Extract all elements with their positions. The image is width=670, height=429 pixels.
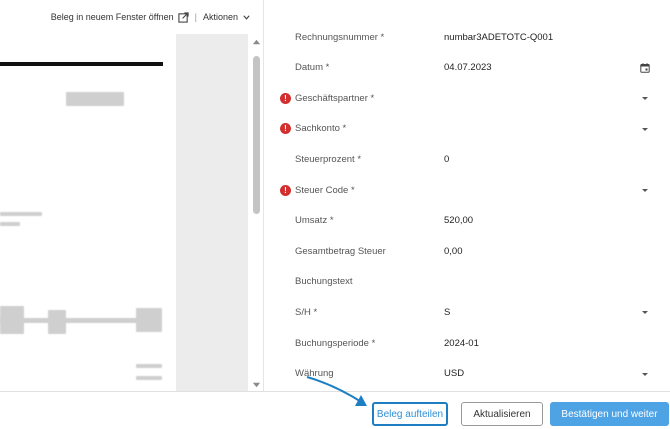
actions-menu[interactable]: Aktionen [203, 12, 251, 22]
split-document-button[interactable]: Beleg aufteilen [372, 402, 448, 426]
field-value[interactable]: USD [444, 368, 464, 379]
open-in-new-window-link[interactable]: Beleg in neuem Fenster öffnen [50, 11, 189, 23]
field-label: Steuer Code * [295, 184, 355, 196]
dropdown-arrow-icon[interactable] [640, 369, 650, 379]
field-posting-text[interactable]: Buchungstext [264, 267, 670, 297]
field-label: Steuerprozent * [295, 153, 362, 165]
open-in-new-window-label: Beleg in neuem Fenster öffnen [50, 12, 174, 22]
field-business-partner[interactable]: ! Geschäftspartner * [264, 83, 670, 113]
field-label: Sachkonto * [295, 123, 347, 135]
field-value[interactable]: 520,00 [444, 215, 473, 226]
toolbar-separator: | [194, 12, 197, 22]
field-posting-period[interactable]: Buchungsperiode * 2024-01 [264, 328, 670, 358]
error-icon: ! [280, 92, 291, 104]
field-label: Rechnungsnummer * [295, 31, 385, 43]
error-icon: ! [280, 123, 291, 135]
field-label: Umsatz * [295, 215, 334, 227]
field-debit-credit[interactable]: S/H * S [264, 297, 670, 327]
field-label: S/H * [295, 306, 318, 318]
document-header-rule [0, 62, 163, 66]
external-link-icon [177, 11, 189, 23]
field-value[interactable]: 0,00 [444, 246, 463, 257]
preview-toolbar: Beleg in neuem Fenster öffnen | Aktionen [0, 0, 263, 34]
field-label: Buchungstext [295, 276, 353, 288]
error-icon: ! [280, 184, 291, 196]
calendar-icon[interactable] [640, 62, 650, 73]
confirm-and-continue-button[interactable]: Bestätigen und weiter [550, 402, 669, 426]
field-gl-account[interactable]: ! Sachkonto * [264, 114, 670, 144]
annotation-arrow-icon [306, 376, 367, 406]
dropdown-arrow-icon[interactable] [640, 307, 650, 317]
preview-scrollbar-thumb[interactable] [253, 56, 260, 214]
refresh-button[interactable]: Aktualisieren [461, 402, 543, 426]
field-value[interactable]: 0 [444, 154, 449, 165]
invoice-form: Rechnungsnummer * numbar3ADETOTC-Q001 Datu… [264, 0, 670, 391]
document-preview-pane: Beleg in neuem Fenster öffnen | Aktionen [0, 0, 263, 391]
dropdown-arrow-icon[interactable] [640, 124, 650, 134]
field-value[interactable]: 04.07.2023 [444, 62, 492, 73]
field-tax-percent[interactable]: Steuerprozent * 0 [264, 144, 670, 174]
field-date[interactable]: Datum * 04.07.2023 [264, 53, 670, 83]
dropdown-arrow-icon[interactable] [640, 93, 650, 103]
document-viewer[interactable] [0, 34, 248, 391]
dropdown-arrow-icon[interactable] [640, 185, 650, 195]
field-label: Gesamtbetrag Steuer [295, 245, 386, 257]
field-label: Buchungsperiode * [295, 337, 376, 349]
field-revenue[interactable]: Umsatz * 520,00 [264, 206, 670, 236]
field-invoice-number[interactable]: Rechnungsnummer * numbar3ADETOTC-Q001 [264, 22, 670, 52]
field-total-tax[interactable]: Gesamtbetrag Steuer 0,00 [264, 236, 670, 266]
field-value[interactable]: numbar3ADETOTC-Q001 [444, 32, 553, 43]
field-value[interactable]: S [444, 307, 450, 318]
scroll-down-arrow-icon[interactable] [252, 380, 261, 389]
chevron-down-icon [243, 14, 250, 20]
actions-label: Aktionen [202, 12, 238, 22]
scroll-up-arrow-icon[interactable] [252, 38, 261, 47]
field-value[interactable]: 2024-01 [444, 338, 479, 349]
document-page-image [0, 34, 176, 391]
field-label: Geschäftspartner * [295, 92, 375, 104]
field-tax-code[interactable]: ! Steuer Code * [264, 175, 670, 205]
field-label: Datum * [295, 62, 330, 74]
